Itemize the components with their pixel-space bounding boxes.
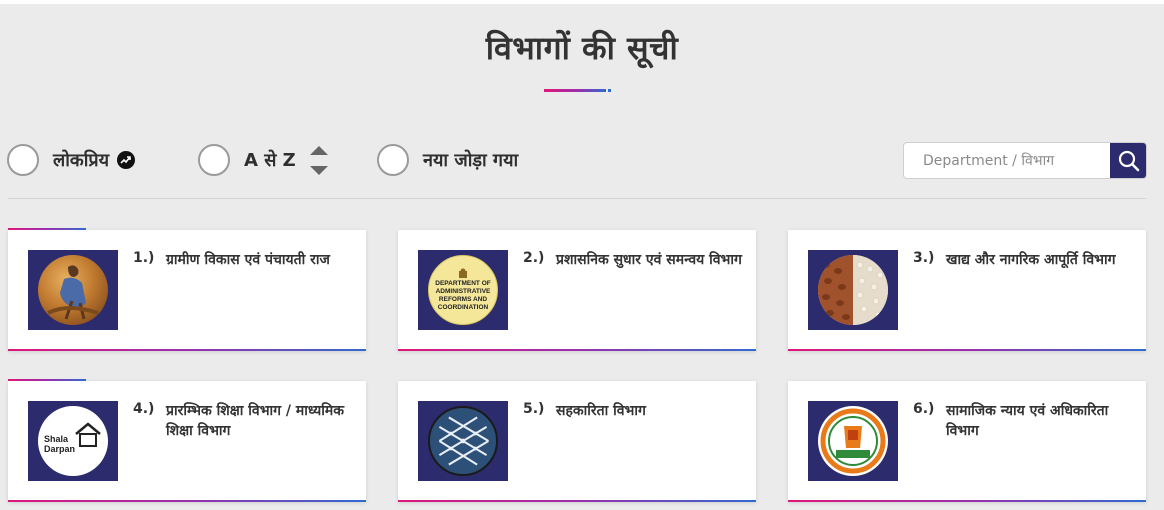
department-name[interactable]: प्रशासनिक सुधार एवं समन्वय विभाग bbox=[556, 250, 746, 270]
filter-a-to-z[interactable]: A से Z bbox=[198, 144, 328, 176]
card-top-accent bbox=[8, 379, 86, 381]
sort-down-arrow-icon[interactable] bbox=[309, 165, 328, 175]
department-number: 5.) bbox=[523, 401, 545, 417]
search-input[interactable] bbox=[904, 143, 1110, 178]
department-card[interactable]: Shala Darpan 4.) प्रारम्भिक शिक्षा विभाग… bbox=[8, 379, 366, 502]
card-bottom-accent bbox=[8, 349, 366, 351]
title-underline-dot bbox=[608, 89, 611, 92]
department-card[interactable]: DEPARTMENT OF ADMINISTRATIVE REFORMS AND… bbox=[398, 230, 756, 351]
popular-label[interactable]: लोकप्रिय bbox=[53, 148, 109, 172]
social-justice-logo bbox=[808, 401, 898, 481]
sort-updown-icon[interactable] bbox=[309, 145, 328, 175]
department-card[interactable]: 5.) सहकारिता विभाग bbox=[398, 381, 756, 502]
card-bottom-accent bbox=[8, 500, 366, 502]
food-supply-logo bbox=[808, 250, 898, 330]
title-underline bbox=[544, 89, 611, 92]
department-number: 1.) bbox=[133, 250, 155, 266]
department-number: 4.) bbox=[133, 401, 155, 417]
new-radio[interactable] bbox=[377, 144, 409, 176]
department-name[interactable]: प्रारम्भिक शिक्षा विभाग / माध्यमिक शिक्ष… bbox=[166, 401, 356, 441]
filter-divider bbox=[8, 198, 1146, 199]
sort-up-arrow-icon[interactable] bbox=[309, 145, 328, 155]
department-name[interactable]: ग्रामीण विकास एवं पंचायती राज bbox=[166, 250, 356, 270]
department-card[interactable]: 6.) सामाजिक न्याय एवं अधिकारिता विभाग bbox=[788, 381, 1146, 502]
department-name[interactable]: सहकारिता विभाग bbox=[556, 401, 746, 421]
department-card[interactable]: 3.) खाद्य और नागरिक आपूर्ति विभाग bbox=[788, 230, 1146, 351]
top-strip bbox=[0, 0, 1164, 4]
page-title: विभागों की सूची bbox=[485, 29, 679, 67]
department-number: 2.) bbox=[523, 250, 545, 266]
department-name[interactable]: खाद्य और नागरिक आपूर्ति विभाग bbox=[946, 250, 1136, 270]
az-radio[interactable] bbox=[198, 144, 230, 176]
department-card[interactable]: 1.) ग्रामीण विकास एवं पंचायती राज bbox=[8, 228, 366, 351]
logo-text: Shala Darpan bbox=[44, 434, 76, 454]
department-search bbox=[903, 142, 1147, 179]
trending-up-icon bbox=[117, 151, 136, 169]
department-number: 6.) bbox=[913, 401, 935, 417]
filter-popular[interactable]: लोकप्रिय bbox=[7, 144, 136, 176]
card-top-accent bbox=[8, 228, 86, 230]
card-bottom-accent bbox=[398, 500, 756, 502]
administrative-reforms-logo: DEPARTMENT OF ADMINISTRATIVE REFORMS AND… bbox=[418, 250, 508, 330]
logo-text: DEPARTMENT OF ADMINISTRATIVE REFORMS AND… bbox=[435, 280, 491, 311]
search-icon bbox=[1118, 150, 1139, 171]
shala-darpan-logo: Shala Darpan bbox=[28, 401, 118, 481]
card-bottom-accent bbox=[398, 349, 756, 351]
cooperative-logo bbox=[418, 401, 508, 481]
filter-newly-added[interactable]: नया जोड़ा गया bbox=[377, 144, 518, 176]
card-bottom-accent bbox=[788, 500, 1146, 502]
rural-development-logo bbox=[28, 250, 118, 330]
card-bottom-accent bbox=[788, 349, 1146, 351]
emblem-icon bbox=[459, 268, 467, 278]
new-label[interactable]: नया जोड़ा गया bbox=[423, 148, 518, 172]
department-number: 3.) bbox=[913, 250, 935, 266]
search-button[interactable] bbox=[1110, 143, 1146, 178]
popular-radio[interactable] bbox=[7, 144, 39, 176]
az-label[interactable]: A से Z bbox=[244, 148, 296, 172]
department-name[interactable]: सामाजिक न्याय एवं अधिकारिता विभाग bbox=[946, 401, 1136, 441]
